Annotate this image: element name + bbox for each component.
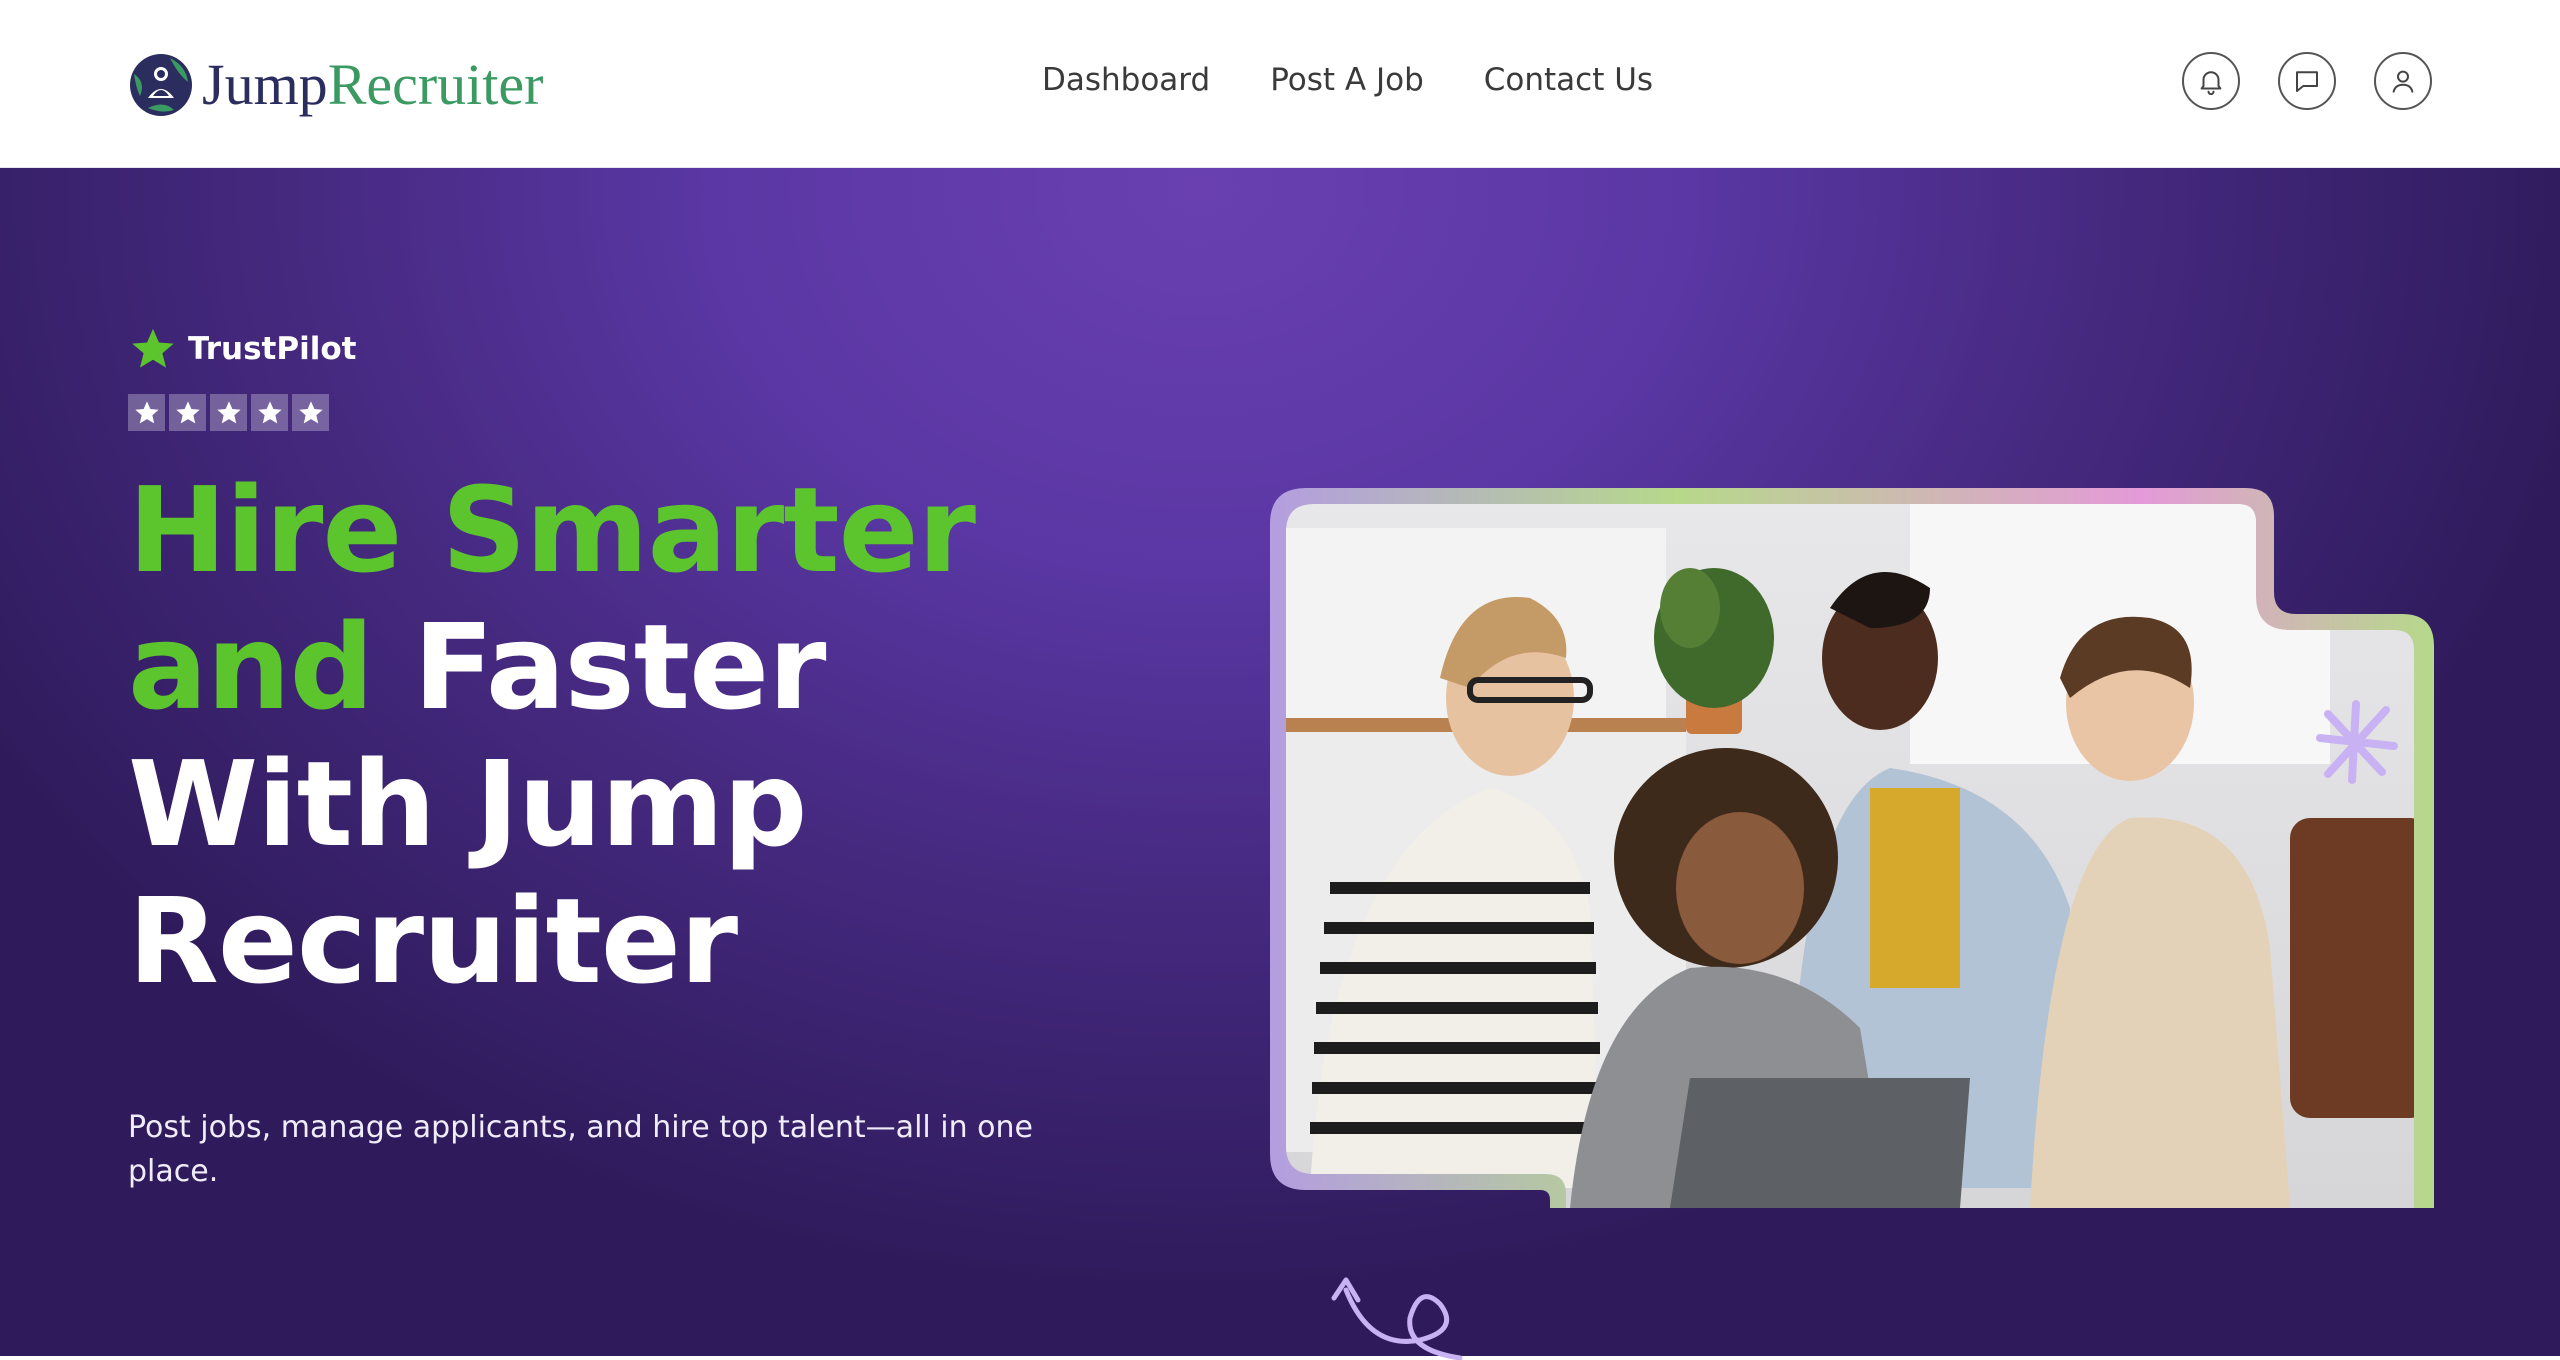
hero-subtext: Post jobs, manage applicants, and hire t…: [128, 1110, 1033, 1189]
rating-star-icon: [292, 394, 329, 431]
rating-star-icon: [128, 394, 165, 431]
hero-headline: Hire Smarter and Faster With Jump Recrui…: [128, 462, 1178, 1010]
trustpilot-star-icon: [132, 328, 174, 368]
nav-link-post-a-job[interactable]: Post A Job: [1270, 62, 1424, 98]
notifications-button[interactable]: [2182, 52, 2240, 110]
top-navbar: JumpRecruiter Dashboard Post A Job Conta…: [0, 0, 2560, 168]
user-icon: [2392, 70, 2414, 93]
logo-text: JumpRecruiter: [202, 52, 544, 117]
rating-stars: [128, 394, 329, 431]
headline-line-3: With Jump: [128, 735, 807, 873]
headline-line-2b: Faster: [413, 598, 826, 736]
swirl-arrow-icon: [1331, 1277, 1463, 1360]
headline-line-2a: and: [128, 598, 374, 736]
message-icon: [2296, 71, 2318, 92]
nav-link-dashboard[interactable]: Dashboard: [1042, 62, 1210, 98]
nav-link-contact-us[interactable]: Contact Us: [1484, 62, 1653, 98]
messages-button[interactable]: [2278, 52, 2336, 110]
trustpilot-label: TrustPilot: [188, 331, 357, 367]
logo[interactable]: JumpRecruiter: [128, 50, 543, 120]
profile-button[interactable]: [2374, 52, 2432, 110]
headline-line-1: Hire Smarter: [128, 461, 976, 599]
headline-line-4: Recruiter: [128, 872, 738, 1010]
trustpilot-badge: TrustPilot: [130, 326, 356, 372]
header-actions: [2182, 52, 2432, 110]
hero-team-photo: [1270, 488, 2434, 1208]
rating-star-icon: [169, 394, 206, 431]
globe-logo-icon: [130, 54, 192, 116]
bell-icon: [2200, 71, 2222, 96]
rating-star-icon: [251, 394, 288, 431]
sparkle-icon: [2316, 700, 2398, 784]
rating-star-icon: [210, 394, 247, 431]
main-nav: Dashboard Post A Job Contact Us: [1042, 62, 1653, 98]
